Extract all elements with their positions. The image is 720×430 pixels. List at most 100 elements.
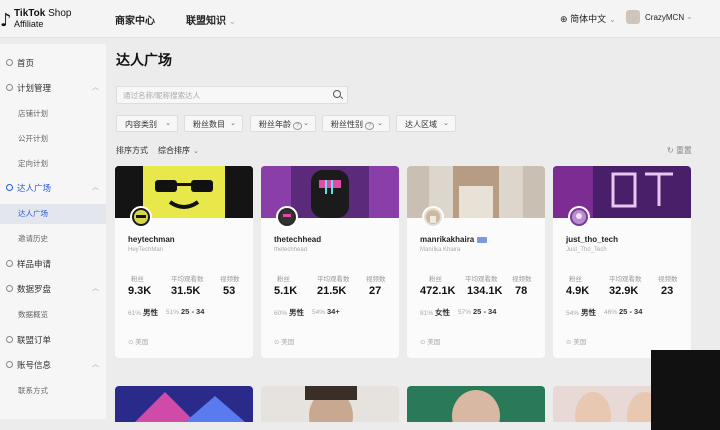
- region-label: ⊙ 美国: [420, 339, 441, 346]
- avatar: [276, 206, 298, 228]
- language-selector[interactable]: ⊕ 简体中文 ⌄: [560, 12, 616, 25]
- search-icon[interactable]: [333, 90, 341, 98]
- sidebar-subitem-contact[interactable]: 联系方式: [0, 381, 106, 401]
- video-count: 27: [369, 285, 382, 297]
- sidebar-subitem-data-overview[interactable]: 数据概览: [0, 305, 106, 325]
- video-overlay: [651, 350, 720, 430]
- sidebar-item-data-compass[interactable]: 数据罗盘 ︿: [0, 280, 106, 300]
- plan-icon: [6, 84, 13, 91]
- chevron-up-icon: ︿: [92, 84, 99, 91]
- filter-creator-region[interactable]: 达人区域 ⌄: [396, 115, 456, 132]
- gender-stat: 61% 男性: [128, 308, 159, 317]
- age-stat: 54% 34+: [312, 307, 340, 316]
- creator-card[interactable]: heytechman HeyTechMan 粉丝 平均观看数 视频数 9.3K …: [115, 166, 253, 358]
- sidebar-item-account-info[interactable]: 账号信息 ︿: [0, 356, 106, 376]
- sidebar-subitem-creator-square[interactable]: 达人广场: [0, 204, 106, 224]
- sidebar-item-home[interactable]: 首页: [0, 54, 106, 74]
- creator-card[interactable]: thetechhead thetechhead 粉丝 平均观看数 视频数 5.1…: [261, 166, 399, 358]
- avg-views: 134.1K: [467, 285, 503, 297]
- chevron-down-icon: ⌄: [303, 120, 309, 127]
- filter-follower-age[interactable]: 粉丝年龄? ⌄: [250, 115, 316, 132]
- sidebar-subitem-store-plan[interactable]: 店铺计划: [0, 104, 106, 124]
- location-icon: ⊙: [420, 339, 426, 346]
- tiktok-note-icon: ♪: [0, 10, 12, 31]
- chevron-down-icon: ⌄: [686, 12, 693, 21]
- sidebar-subitem-invite-history[interactable]: 邀请历史: [0, 229, 106, 249]
- nav-merchant-center[interactable]: 商家中心: [115, 12, 155, 27]
- creator-icon: [6, 184, 13, 191]
- chevron-up-icon: ︿: [92, 361, 99, 368]
- creator-card[interactable]: manrikakhaira Manrika Khaira 粉丝 平均观看数 视频…: [407, 166, 545, 358]
- age-stat: 57% 25 - 34: [458, 307, 497, 316]
- reset-button[interactable]: ↻ 重置: [667, 145, 692, 156]
- chevron-up-icon: ︿: [92, 184, 99, 191]
- chevron-down-icon: ⌄: [230, 120, 236, 127]
- chevron-down-icon: ⌄: [377, 120, 383, 127]
- compass-icon: [6, 285, 13, 292]
- sidebar-item-affiliate-orders[interactable]: 联盟订单: [0, 331, 106, 351]
- creator-card[interactable]: just_tho_tech Just_Tho_Tech 粉丝 平均观看数 视频数…: [553, 166, 691, 358]
- sidebar-subitem-targeted-plan[interactable]: 定向计划: [0, 154, 106, 174]
- video-count: 23: [661, 285, 674, 297]
- avg-views: 21.5K: [317, 285, 347, 297]
- avatar: [422, 206, 444, 228]
- creator-handle: Manrika Khaira: [420, 247, 461, 253]
- creator-name: heytechman: [128, 235, 175, 244]
- avatar: [568, 206, 590, 228]
- tiktok-shop-logo[interactable]: ♪ TikTok Shop Affiliate: [0, 6, 80, 32]
- chevron-down-icon: ⌄: [229, 17, 236, 26]
- age-stat: 51% 25 - 34: [166, 307, 205, 316]
- creator-card-partial[interactable]: [115, 386, 253, 422]
- creator-name: manrikakhaira: [420, 235, 488, 244]
- location-icon: ⊙: [274, 339, 280, 346]
- follower-count: 9.3K: [128, 285, 152, 297]
- chevron-down-icon: ⌄: [609, 15, 616, 24]
- chevron-up-icon: ︿: [92, 285, 99, 292]
- gender-stat: 54% 男性: [566, 308, 597, 317]
- top-bar: ♪ TikTok Shop Affiliate 商家中心 联盟知识 ⌄ ⊕ 简体中…: [0, 0, 720, 38]
- search-box: [116, 86, 348, 104]
- region-label: ⊙ 美国: [274, 339, 295, 346]
- creator-card-partial[interactable]: [407, 386, 545, 422]
- sidebar-item-sample-request[interactable]: 样品申请: [0, 255, 106, 275]
- follower-count: 4.9K: [566, 285, 590, 297]
- refresh-icon: ↻: [667, 146, 674, 155]
- location-icon: ⊙: [566, 339, 572, 346]
- filter-content-category[interactable]: 内容类别 ⌄: [116, 115, 178, 132]
- question-icon: ?: [365, 122, 375, 130]
- avg-views: 32.9K: [609, 285, 639, 297]
- chevron-down-icon: ⌄: [165, 120, 171, 127]
- sidebar-subitem-public-plan[interactable]: 公开计划: [0, 129, 106, 149]
- creator-handle: thetechhead: [274, 247, 308, 253]
- gender-stat: 81% 女性: [420, 308, 451, 317]
- sample-icon: [6, 260, 13, 267]
- sidebar-item-creator-square[interactable]: 达人广场 ︿: [0, 179, 106, 199]
- creator-name: just_tho_tech: [566, 235, 619, 244]
- search-input[interactable]: [123, 89, 328, 101]
- filter-follower-count[interactable]: 粉丝数目 ⌄: [184, 115, 243, 132]
- avatar: [626, 10, 640, 24]
- chevron-down-icon: ⌄: [193, 148, 199, 155]
- location-icon: ⊙: [128, 339, 134, 346]
- video-count: 78: [515, 285, 528, 297]
- region-label: ⊙ 美国: [566, 339, 587, 346]
- avg-views: 31.5K: [171, 285, 201, 297]
- follower-count: 472.1K: [420, 285, 456, 297]
- follower-count: 5.1K: [274, 285, 298, 297]
- home-icon: [6, 59, 13, 66]
- sort-dropdown[interactable]: 综合排序 ⌄: [158, 145, 199, 156]
- filter-follower-gender[interactable]: 粉丝性别? ⌄: [322, 115, 390, 132]
- sidebar: 首页 计划管理 ︿ 店铺计划 公开计划 定向计划 达人广场 ︿ 达人广场 邀请历史 …: [0, 44, 106, 419]
- gender-stat: 60% 男性: [274, 308, 305, 317]
- sort-label: 排序方式: [116, 146, 148, 155]
- sidebar-item-plan-management[interactable]: 计划管理 ︿: [0, 79, 106, 99]
- verified-badge-icon: [477, 236, 488, 243]
- account-icon: [6, 361, 13, 368]
- question-icon: ?: [293, 122, 303, 130]
- creator-card-partial[interactable]: [261, 386, 399, 422]
- page-title: 达人广场: [116, 52, 172, 68]
- creator-name: thetechhead: [274, 235, 322, 244]
- globe-icon: ⊕: [560, 14, 568, 24]
- nav-affiliate-knowledge[interactable]: 联盟知识 ⌄: [186, 12, 236, 27]
- video-count: 53: [223, 285, 236, 297]
